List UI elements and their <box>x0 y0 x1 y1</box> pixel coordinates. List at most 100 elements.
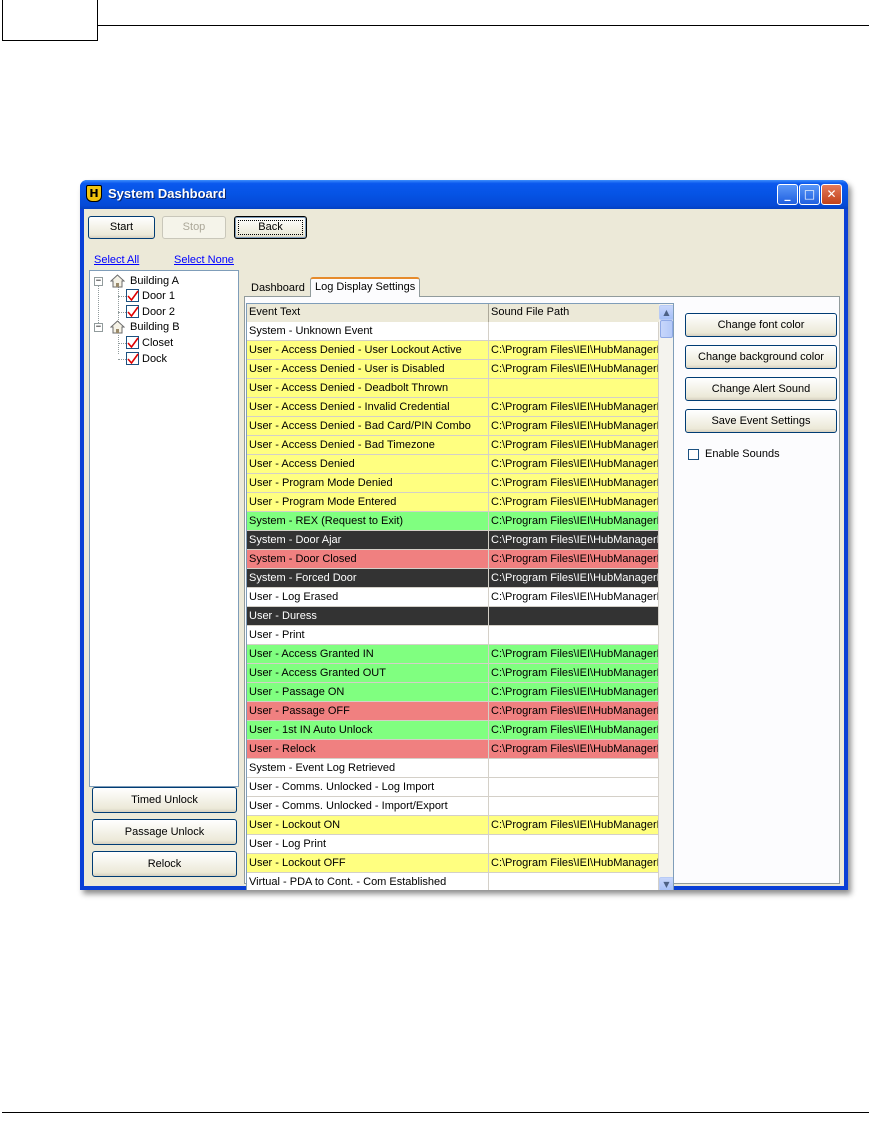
sound-file-path-cell[interactable] <box>489 379 659 398</box>
event-text-cell[interactable]: User - Access Denied - Deadbolt Thrown <box>247 379 489 398</box>
sound-file-path-cell[interactable]: C:\Program Files\IEI\HubManagerF <box>489 721 659 740</box>
table-row[interactable]: User - Lockout ON C:\Program Files\IEI\Hu… <box>247 816 659 835</box>
event-text-cell[interactable]: User - Access Denied - Invalid Credentia… <box>247 398 489 417</box>
event-text-cell[interactable]: User - Lockout OFF <box>247 854 489 873</box>
sound-file-path-cell[interactable] <box>489 835 659 854</box>
column-header-event-text[interactable]: Event Text <box>247 304 489 322</box>
tree-node-door-2[interactable]: Door 2 <box>126 304 226 320</box>
event-text-cell[interactable]: User - 1st IN Auto Unlock <box>247 721 489 740</box>
event-text-cell[interactable]: User - Print <box>247 626 489 645</box>
event-text-cell[interactable]: System - Event Log Retrieved <box>247 759 489 778</box>
sound-file-path-cell[interactable]: C:\Program Files\IEI\HubManagerF <box>489 702 659 721</box>
sound-file-path-cell[interactable]: C:\Program Files\IEI\HubManagerF <box>489 474 659 493</box>
sound-file-path-cell[interactable] <box>489 759 659 778</box>
scroll-up-icon[interactable]: ▲ <box>659 305 673 320</box>
sound-file-path-cell[interactable]: C:\Program Files\IEI\HubManagerF <box>489 550 659 569</box>
table-row[interactable]: User - Access Denied C:\Program Files\IEI… <box>247 455 659 474</box>
sound-file-path-cell[interactable]: C:\Program Files\IEI\HubManagerF <box>489 360 659 379</box>
event-grid[interactable]: Event Text Sound File Path System - Unkn… <box>246 303 674 890</box>
event-text-cell[interactable]: User - Passage ON <box>247 683 489 702</box>
sound-file-path-cell[interactable] <box>489 322 659 341</box>
table-row[interactable]: User - Access Denied - Deadbolt Thrown <box>247 379 659 398</box>
table-row[interactable]: System - Unknown Event <box>247 322 659 341</box>
door-checkbox[interactable] <box>126 305 139 318</box>
table-row[interactable]: User - Access Denied - Invalid Credentia… <box>247 398 659 417</box>
maximize-icon[interactable]: □ <box>799 184 820 205</box>
event-text-cell[interactable]: User - Access Denied - User is Disabled <box>247 360 489 379</box>
sound-file-path-cell[interactable]: C:\Program Files\IEI\HubManagerF <box>489 455 659 474</box>
checkbox-box[interactable] <box>688 449 699 460</box>
sound-file-path-cell[interactable]: C:\Program Files\IEI\HubManagerF <box>489 740 659 759</box>
door-checkbox[interactable] <box>126 336 139 349</box>
event-text-cell[interactable]: System - Door Closed <box>247 550 489 569</box>
event-text-cell[interactable]: User - Comms. Unlocked - Log Import <box>247 778 489 797</box>
sound-file-path-cell[interactable]: C:\Program Files\IEI\HubManagerF <box>489 683 659 702</box>
table-row[interactable]: User - 1st IN Auto Unlock C:\Program File… <box>247 721 659 740</box>
event-text-cell[interactable]: User - Program Mode Entered <box>247 493 489 512</box>
sound-file-path-cell[interactable]: C:\Program Files\IEI\HubManagerF <box>489 531 659 550</box>
door-checkbox[interactable] <box>126 289 139 302</box>
event-text-cell[interactable]: User - Program Mode Denied <box>247 474 489 493</box>
table-row[interactable]: User - Relock C:\Program Files\IEI\HubMan… <box>247 740 659 759</box>
passage-unlock-button[interactable]: Passage Unlock <box>92 819 237 845</box>
event-text-cell[interactable]: System - Door Ajar <box>247 531 489 550</box>
event-text-cell[interactable]: Virtual - PDA to Cont. - Com Established <box>247 873 489 890</box>
table-row[interactable]: System - REX (Request to Exit) C:\Program… <box>247 512 659 531</box>
stop-button[interactable]: Stop <box>162 216 226 239</box>
start-button[interactable]: Start <box>88 216 155 239</box>
event-text-cell[interactable]: User - Log Erased <box>247 588 489 607</box>
event-text-cell[interactable]: System - Unknown Event <box>247 322 489 341</box>
event-text-cell[interactable]: User - Lockout ON <box>247 816 489 835</box>
collapse-icon[interactable]: − <box>94 323 103 332</box>
select-none-link[interactable]: Select None <box>174 254 234 266</box>
tab-log-display-settings[interactable]: Log Display Settings <box>310 277 421 297</box>
sound-file-path-cell[interactable] <box>489 797 659 816</box>
sound-file-path-cell[interactable]: C:\Program Files\IEI\HubManagerF <box>489 436 659 455</box>
scroll-down-icon[interactable]: ▼ <box>659 877 673 890</box>
table-row[interactable]: System - Forced Door C:\Program Files\IEI… <box>247 569 659 588</box>
event-text-cell[interactable]: User - Log Print <box>247 835 489 854</box>
event-text-cell[interactable]: User - Access Denied - Bad Timezone <box>247 436 489 455</box>
tree-node-building-a[interactable]: − Building A <box>94 273 234 289</box>
column-header-sound-file-path[interactable]: Sound File Path <box>489 304 659 322</box>
sound-file-path-cell[interactable]: C:\Program Files\IEI\HubManagerF <box>489 664 659 683</box>
sound-file-path-cell[interactable]: C:\Program Files\IEI\HubManagerF <box>489 493 659 512</box>
table-row[interactable]: Virtual - PDA to Cont. - Com Established <box>247 873 659 890</box>
event-text-cell[interactable]: User - Access Denied - User Lockout Acti… <box>247 341 489 360</box>
table-row[interactable]: User - Comms. Unlocked - Import/Export <box>247 797 659 816</box>
door-tree[interactable]: − Building A Door 1 Door 2 − Building B … <box>89 270 239 787</box>
table-row[interactable]: User - Print <box>247 626 659 645</box>
tree-node-building-b[interactable]: − Building B <box>94 319 234 335</box>
table-row[interactable]: User - Access Granted IN C:\Program Files… <box>247 645 659 664</box>
table-row[interactable]: User - Comms. Unlocked - Log Import <box>247 778 659 797</box>
vertical-scroll-thumb[interactable] <box>660 320 673 338</box>
tree-node-closet[interactable]: Closet <box>126 335 226 351</box>
event-text-cell[interactable]: User - Access Denied <box>247 455 489 474</box>
event-text-cell[interactable]: User - Relock <box>247 740 489 759</box>
table-row[interactable]: User - Access Denied - User Lockout Acti… <box>247 341 659 360</box>
door-checkbox[interactable] <box>126 352 139 365</box>
sound-file-path-cell[interactable] <box>489 873 659 890</box>
sound-file-path-cell[interactable] <box>489 607 659 626</box>
timed-unlock-button[interactable]: Timed Unlock <box>92 787 237 813</box>
table-row[interactable]: User - Duress <box>247 607 659 626</box>
back-button[interactable]: Back <box>234 216 307 239</box>
sound-file-path-cell[interactable] <box>489 778 659 797</box>
sound-file-path-cell[interactable]: C:\Program Files\IEI\HubManagerF <box>489 417 659 436</box>
table-row[interactable]: User - Log Print <box>247 835 659 854</box>
table-row[interactable]: User - Access Granted OUT C:\Program File… <box>247 664 659 683</box>
sound-file-path-cell[interactable]: C:\Program Files\IEI\HubManagerF <box>489 854 659 873</box>
select-all-link[interactable]: Select All <box>94 254 139 266</box>
table-row[interactable]: User - Passage ON C:\Program Files\IEI\Hu… <box>247 683 659 702</box>
event-text-cell[interactable]: System - Forced Door <box>247 569 489 588</box>
save-event-settings-button[interactable]: Save Event Settings <box>685 409 837 433</box>
sound-file-path-cell[interactable]: C:\Program Files\IEI\HubManagerF <box>489 512 659 531</box>
event-text-cell[interactable]: User - Access Denied - Bad Card/PIN Comb… <box>247 417 489 436</box>
sound-file-path-cell[interactable]: C:\Program Files\IEI\HubManagerF <box>489 398 659 417</box>
tree-node-door-1[interactable]: Door 1 <box>126 288 226 304</box>
table-row[interactable]: System - Door Closed C:\Program Files\IEI… <box>247 550 659 569</box>
minimize-icon[interactable]: _ <box>777 184 798 205</box>
relock-button[interactable]: Relock <box>92 851 237 877</box>
table-row[interactable]: User - Access Denied - User is Disabled C… <box>247 360 659 379</box>
collapse-icon[interactable]: − <box>94 277 103 286</box>
